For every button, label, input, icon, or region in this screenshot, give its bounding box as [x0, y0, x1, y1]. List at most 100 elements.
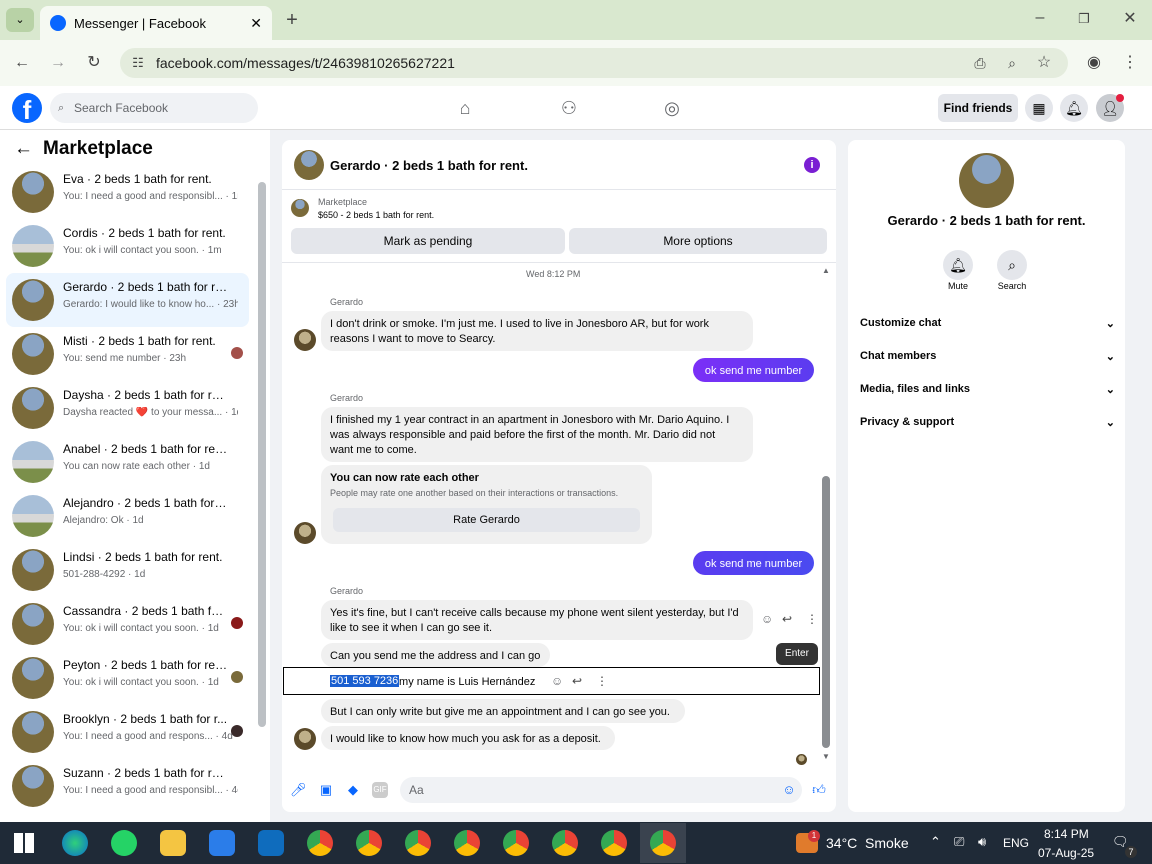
back-icon[interactable]: ← — [12, 55, 32, 71]
info-icon[interactable]: i — [804, 157, 820, 173]
whatsapp-icon[interactable] — [111, 830, 137, 856]
clock-time[interactable]: 8:14 PM — [1044, 827, 1089, 841]
bookmark-star-icon[interactable]: ☆ — [1034, 55, 1054, 71]
conversation-item-active[interactable]: Gerardo · 2 beds 1 bath for rent. Gerard… — [6, 273, 249, 327]
notifications-bell-icon[interactable]: 🔔︎ — [1060, 94, 1088, 122]
menu-kebab-icon[interactable]: ⋮ — [1120, 55, 1140, 71]
chrome-icon[interactable] — [405, 830, 431, 856]
mark-as-pending-button[interactable]: Mark as pending — [291, 228, 565, 254]
rate-gerardo-button[interactable]: Rate Gerardo — [333, 508, 640, 532]
conversation-item[interactable]: Alejandro · 2 beds 1 bath for rent. Alej… — [6, 489, 249, 543]
conversation-preview: You: ok i will contact you soon. · 1d — [63, 677, 219, 688]
details-avatar[interactable] — [959, 153, 1014, 208]
weather-text[interactable]: 34°C Smoke — [826, 835, 909, 851]
gif-icon[interactable]: GIF — [372, 782, 388, 798]
windows-start-icon[interactable] — [14, 833, 34, 853]
chrome-icon-active[interactable] — [650, 830, 676, 856]
sidebar-scrollbar[interactable] — [258, 182, 266, 727]
microphone-icon[interactable]: 🎤︎ — [290, 782, 307, 798]
customize-chat-row[interactable]: Customize chat ⌄ — [860, 313, 1115, 333]
reload-icon[interactable]: ↻ — [84, 55, 104, 71]
conversation-item[interactable]: Daysha · 2 beds 1 bath for rent. Daysha … — [6, 381, 249, 435]
volume-icon[interactable]: 🔊︎ — [978, 834, 986, 850]
sender-name: Gerardo — [330, 586, 364, 596]
chrome-icon[interactable] — [307, 830, 333, 856]
facebook-favicon-icon — [50, 15, 66, 31]
reply-icon[interactable]: ↩ — [782, 612, 792, 626]
chat-title[interactable]: Gerardo · 2 beds 1 bath for rent. — [330, 158, 528, 173]
scroll-down-arrow-icon[interactable]: ▼ — [822, 752, 830, 761]
chrome-icon[interactable] — [601, 830, 627, 856]
install-icon[interactable]: ⎙ — [970, 55, 990, 71]
conversation-item[interactable]: Lindsi · 2 beds 1 bath for rent. 501-288… — [6, 543, 249, 597]
more-options-button[interactable]: More options — [569, 228, 827, 254]
scroll-up-arrow-icon[interactable]: ▲ — [822, 266, 830, 275]
react-emoji-icon[interactable]: ☺ — [551, 674, 563, 688]
like-thumb-icon[interactable]: 👍︎ — [811, 782, 827, 798]
more-actions-icon[interactable]: ⋮ — [596, 674, 608, 688]
menu-grid-icon[interactable]: ▦ — [1025, 94, 1053, 122]
conversation-item[interactable]: Brooklyn · 2 beds 1 bath for r... You: I… — [6, 705, 249, 759]
show-hidden-icons-icon[interactable]: ⌃ — [930, 834, 941, 850]
reply-icon[interactable]: ↩ — [572, 674, 582, 688]
close-window-icon[interactable]: ✕ — [1120, 11, 1140, 27]
mute-bell-icon[interactable]: 🔔︎ — [943, 250, 973, 280]
conversation-preview: You: I need a good and responsibl... · 4… — [63, 785, 238, 796]
conversation-item[interactable]: Eva · 2 beds 1 bath for rent. You: I nee… — [6, 165, 249, 219]
conversation-item[interactable]: Misti · 2 beds 1 bath for rent. You: sen… — [6, 327, 249, 381]
conversation-item[interactable]: Suzann · 2 beds 1 bath for rent. You: I … — [6, 759, 249, 813]
search-icon[interactable]: ⌕ — [997, 250, 1027, 280]
back-arrow-icon[interactable]: ← — [14, 138, 33, 160]
conversation-item[interactable]: Cassandra · 2 beds 1 bath for ... You: o… — [6, 597, 249, 651]
media-files-row[interactable]: Media, files and links ⌄ — [860, 379, 1115, 399]
chat-members-row[interactable]: Chat members ⌄ — [860, 346, 1115, 366]
file-explorer-icon[interactable] — [160, 830, 186, 856]
more-actions-icon[interactable]: ⋮ — [806, 612, 818, 626]
listing-label: Marketplace — [318, 197, 368, 207]
conversation-item[interactable]: Anabel · 2 beds 1 bath for rent. You can… — [6, 435, 249, 489]
find-friends-button[interactable]: Find friends — [938, 94, 1018, 122]
chat-avatar[interactable] — [294, 150, 324, 180]
edge-icon[interactable] — [62, 830, 88, 856]
close-tab-icon[interactable]: ✕ — [250, 15, 262, 32]
profile-icon[interactable]: ◉ — [1084, 55, 1104, 71]
privacy-support-row[interactable]: Privacy & support ⌄ — [860, 412, 1115, 432]
message-input[interactable]: Aa — [400, 777, 802, 803]
network-icon[interactable]: ⎚ — [954, 834, 964, 850]
chrome-icon[interactable] — [503, 830, 529, 856]
conversation-item[interactable]: Cordis · 2 beds 1 bath for rent. You: ok… — [6, 219, 249, 273]
new-tab-icon[interactable]: + — [282, 10, 302, 30]
restore-icon[interactable]: ❐ — [1074, 11, 1094, 27]
groups-icon[interactable]: ◎ — [661, 97, 683, 119]
section-label: Privacy & support — [860, 416, 955, 428]
thread-scrollbar[interactable] — [822, 476, 830, 748]
facebook-logo[interactable]: f — [12, 93, 42, 123]
tab-dropdown-icon[interactable]: ⌄ — [6, 8, 34, 32]
listing-price[interactable]: $650 - 2 beds 1 bath for rent. — [318, 210, 434, 220]
conversation-item[interactable]: Peyton · 2 beds 1 bath for rent. You: ok… — [6, 651, 249, 705]
chrome-icon[interactable] — [356, 830, 382, 856]
chevron-down-icon: ⌄ — [1105, 383, 1115, 396]
details-name: Gerardo · 2 beds 1 bath for rent. — [887, 213, 1086, 228]
emoji-icon[interactable]: ☺ — [781, 782, 797, 798]
site-settings-icon[interactable]: ☷ — [128, 55, 148, 71]
forward-icon[interactable]: → — [48, 55, 68, 71]
chrome-icon[interactable] — [552, 830, 578, 856]
clock-date[interactable]: 07-Aug-25 — [1038, 846, 1094, 860]
selected-phone-text[interactable]: 501 593 7236 — [330, 675, 400, 687]
store-icon[interactable] — [209, 830, 235, 856]
facebook-search-input[interactable]: ⌕ Search Facebook — [50, 93, 258, 123]
url-input[interactable]: facebook.com/messages/t/2463981026562722… — [120, 48, 1068, 78]
zoom-icon[interactable]: ⌕ — [1002, 55, 1022, 71]
conversation-name: Peyton · 2 beds 1 bath for rent. — [63, 658, 228, 672]
react-emoji-icon[interactable]: ☺ — [761, 612, 773, 626]
chrome-icon[interactable] — [454, 830, 480, 856]
language-indicator[interactable]: ENG — [1003, 836, 1029, 850]
outlook-icon[interactable] — [258, 830, 284, 856]
photo-icon[interactable]: ▣ — [318, 782, 334, 798]
home-icon[interactable]: ⌂ — [454, 97, 476, 119]
friends-icon[interactable]: ⚇ — [558, 97, 580, 119]
sticker-icon[interactable]: ◆ — [345, 782, 361, 798]
browser-tab[interactable]: Messenger | Facebook ✕ — [40, 6, 272, 40]
minimize-icon[interactable]: – — [1030, 10, 1050, 26]
